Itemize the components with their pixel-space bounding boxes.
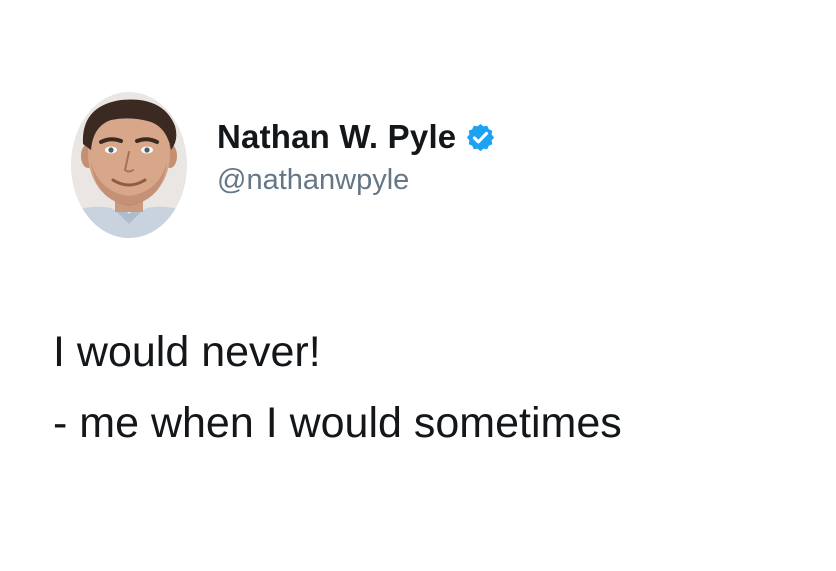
tweet-text: I would never! - me when I would sometim… (53, 317, 622, 459)
profile-photo-icon (71, 92, 187, 238)
author-name-row: Nathan W. Pyle (217, 113, 496, 161)
verified-badge-icon (465, 122, 496, 153)
tweet-card: Nathan W. Pyle @nathanwpyle I would neve… (0, 0, 836, 571)
author-display-name[interactable]: Nathan W. Pyle (217, 118, 456, 156)
author-info: Nathan W. Pyle @nathanwpyle (217, 113, 496, 197)
author-handle[interactable]: @nathanwpyle (217, 164, 496, 197)
tweet-text-line: I would never! (53, 328, 321, 376)
author-avatar[interactable] (71, 92, 187, 238)
tweet-text-line: - me when I would sometimes (53, 399, 622, 447)
